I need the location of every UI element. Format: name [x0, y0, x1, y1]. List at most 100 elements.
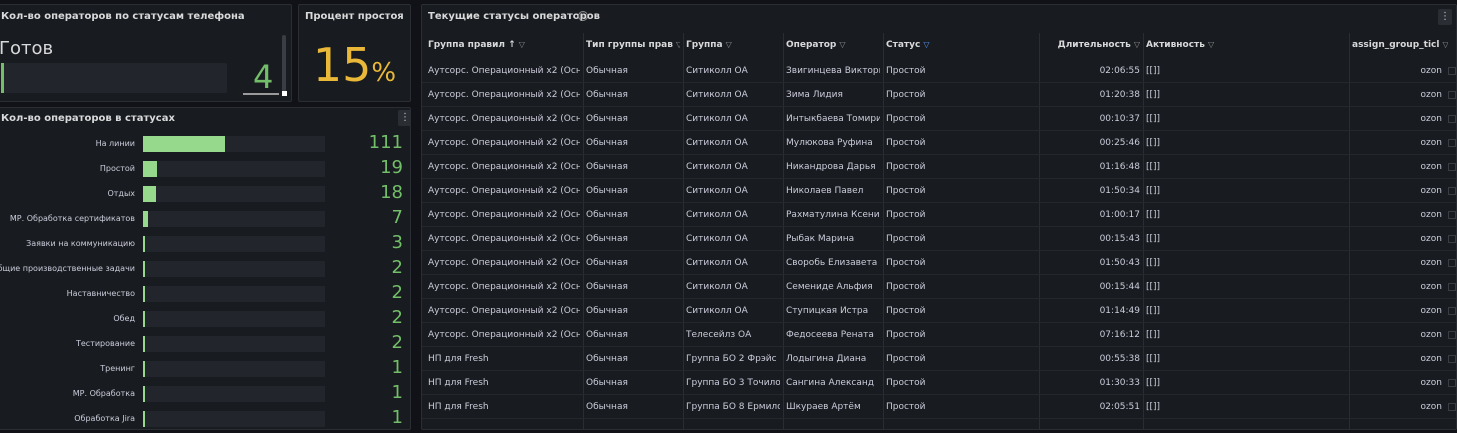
table-row[interactable]: Аутсорс. Операционный x2 (Осн Обычная Сити…	[422, 179, 1456, 203]
column-header[interactable]: Статус ▽	[886, 33, 1036, 57]
table-row[interactable]: НП для Fresh Обычная Группа БО 8 Ермило Шку…	[422, 395, 1456, 419]
table-cell: 07:16:12	[1099, 330, 1140, 340]
table-cell: ozon	[1420, 282, 1442, 292]
table-row[interactable]: Аутсорс. Операционный x2 (Осн Обычная Сити…	[422, 275, 1456, 299]
table-cell: Ступицкая Истра	[786, 306, 869, 316]
table-cell: Ситиколл ОА	[686, 114, 748, 124]
table-cell: Ситиколл ОА	[686, 306, 748, 316]
table-row[interactable]: НП для Fresh Обычная Группа БО 3 Точило Сан…	[422, 371, 1456, 395]
bar-label: Отдых	[107, 189, 135, 198]
table-row[interactable]: Аутсорс. Операционный x2 (Осн Обычная Сити…	[422, 155, 1456, 179]
table-cell: 01:16:48	[1099, 162, 1140, 172]
column-header[interactable]: Активность ▽	[1146, 33, 1346, 57]
table-cell: Обычная	[586, 162, 628, 172]
table-cell: Никандрова Дарья	[786, 162, 876, 172]
table-cell: 00:55:38	[1099, 354, 1140, 364]
table-cell: Аутсорс. Операционный x2 (Осн	[428, 282, 580, 292]
filter-icon[interactable]: ▽	[676, 40, 680, 49]
table-cell: [[]]	[1146, 114, 1161, 124]
table-row[interactable]: Аутсорс. Операционный x2 (Осн Обычная Сити…	[422, 83, 1456, 107]
row-scroll-marker	[1448, 67, 1456, 75]
table-cell: [[]]	[1146, 90, 1161, 100]
table-cell: ozon	[1420, 234, 1442, 244]
bar-track	[143, 411, 325, 427]
sort-ascending-icon[interactable]: ↑	[505, 40, 516, 50]
operators-status-panel: Кол-во операторов в статусах ⋮ На линии 1…	[0, 107, 411, 430]
table-cell: Группа БО 2 Фрэйс К	[686, 354, 780, 364]
table-cell: Аутсорс. Операционный x2 (Осн	[428, 258, 580, 268]
table-row[interactable]: Аутсорс. Операционный x2 (Осн Обычная Сити…	[422, 227, 1456, 251]
table-cell: 01:20:38	[1099, 90, 1140, 100]
table-row[interactable]: Аутсорс. Операционный x2 (Осн Обычная Сити…	[422, 203, 1456, 227]
table-cell: Обычная	[586, 234, 628, 244]
resize-handle[interactable]	[282, 91, 287, 96]
row-scroll-marker	[1448, 403, 1456, 411]
column-header[interactable]: Оператор ▽	[786, 33, 880, 57]
table-cell: Обычная	[586, 282, 628, 292]
table-cell: [[]]	[1146, 210, 1161, 220]
bar-fill	[143, 261, 145, 277]
horizontal-scrollbar[interactable]	[243, 93, 279, 95]
table-cell: Аутсорс. Операционный x2 (Осн	[428, 138, 580, 148]
idle-percent-value: 15%	[299, 37, 410, 101]
table-row[interactable]: Аутсорс. Операционный x2 (Осн Обычная Сити…	[422, 131, 1456, 155]
table-cell: Обычная	[586, 186, 628, 196]
vertical-dots-icon[interactable]: ⋮	[1438, 9, 1452, 25]
panel-title: Текущие статусы операторов	[428, 11, 600, 22]
row-scroll-marker	[1448, 307, 1456, 315]
table-cell: [[]]	[1146, 282, 1161, 292]
table-row[interactable]: Аутсорс. Операционный x2 (Осн Обычная Сити…	[422, 59, 1456, 83]
filter-icon[interactable]: ▽	[1442, 40, 1448, 49]
table-cell: Ситиколл ОА	[686, 186, 748, 196]
bar-gauge-row: МР. Обработка сертификатов 7	[0, 207, 410, 228]
info-icon[interactable]: i	[578, 11, 588, 21]
bar-fill	[143, 361, 145, 377]
bar-value: 18	[380, 182, 403, 203]
bar-gauge-row: МР. Обработка 1	[0, 382, 410, 403]
table-cell: Простой	[886, 234, 926, 244]
table-cell: [[]]	[1146, 402, 1161, 412]
table-cell: Аутсорс. Операционный x2 (Осн	[428, 66, 580, 76]
filter-icon[interactable]: ▽	[726, 40, 732, 49]
bar-track	[143, 136, 325, 152]
bar-label: Обед	[113, 314, 135, 323]
column-header[interactable]: Группа правил ↑ ▽	[428, 33, 580, 57]
bar-label: На линии	[95, 139, 135, 148]
bar-fill	[143, 236, 146, 252]
table-row[interactable]: Аутсорс. Операционный x2 (Осн Обычная Сити…	[422, 107, 1456, 131]
bar-gauge-row: На линии 111	[0, 132, 410, 153]
filter-icon[interactable]: ▽	[839, 40, 845, 49]
table-cell: Простой	[886, 354, 926, 364]
stat-bar-fill	[1, 63, 4, 93]
bar-value: 2	[391, 257, 403, 278]
table-cell: Простой	[886, 306, 926, 316]
column-header[interactable]: Длительность ▽	[1042, 33, 1140, 57]
table-cell: НП для Fresh	[428, 354, 489, 364]
table-row[interactable]: НП для Fresh Обычная Группа БО 2 Фрэйс К Ло…	[422, 347, 1456, 371]
column-header[interactable]: Группа ▽	[686, 33, 780, 57]
vertical-scrollbar[interactable]	[282, 35, 286, 95]
filter-icon[interactable]: ▽	[1208, 40, 1214, 49]
bar-fill	[143, 336, 145, 352]
filter-icon[interactable]: ▽	[1134, 40, 1140, 49]
table-row[interactable]: Аутсорс. Операционный x2 (Осн Обычная Теле…	[422, 323, 1456, 347]
table-cell: 00:15:44	[1099, 282, 1140, 292]
bar-label: МР. Обработка	[72, 389, 135, 398]
table-cell: [[]]	[1146, 330, 1161, 340]
table-row[interactable]: Аутсорс. Операционный x2 (Осн Обычная Сити…	[422, 251, 1456, 275]
row-scroll-marker	[1448, 235, 1456, 243]
filter-icon[interactable]: ▽	[923, 40, 929, 49]
column-header[interactable]: assign_group_ticl ▽	[1352, 33, 1448, 57]
bar-fill	[143, 161, 158, 177]
table-row[interactable]: Аутсорс. Операционный x2 (Осн Обычная Сити…	[422, 299, 1456, 323]
column-header-label: Группа	[686, 40, 723, 50]
filter-icon[interactable]: ▽	[519, 40, 525, 49]
table-cell: ozon	[1420, 354, 1442, 364]
column-header[interactable]: Тип группы прав▽	[586, 33, 680, 57]
bar-value: 1	[391, 407, 403, 428]
bar-gauge-row: Заявки на коммуникацию 3	[0, 232, 410, 253]
table-cell: Аутсорс. Операционный x2 (Осн	[428, 162, 580, 172]
vertical-dots-icon[interactable]: ⋮	[398, 110, 410, 126]
table-cell: Обычная	[586, 330, 628, 340]
table-cell: 00:15:43	[1099, 234, 1140, 244]
